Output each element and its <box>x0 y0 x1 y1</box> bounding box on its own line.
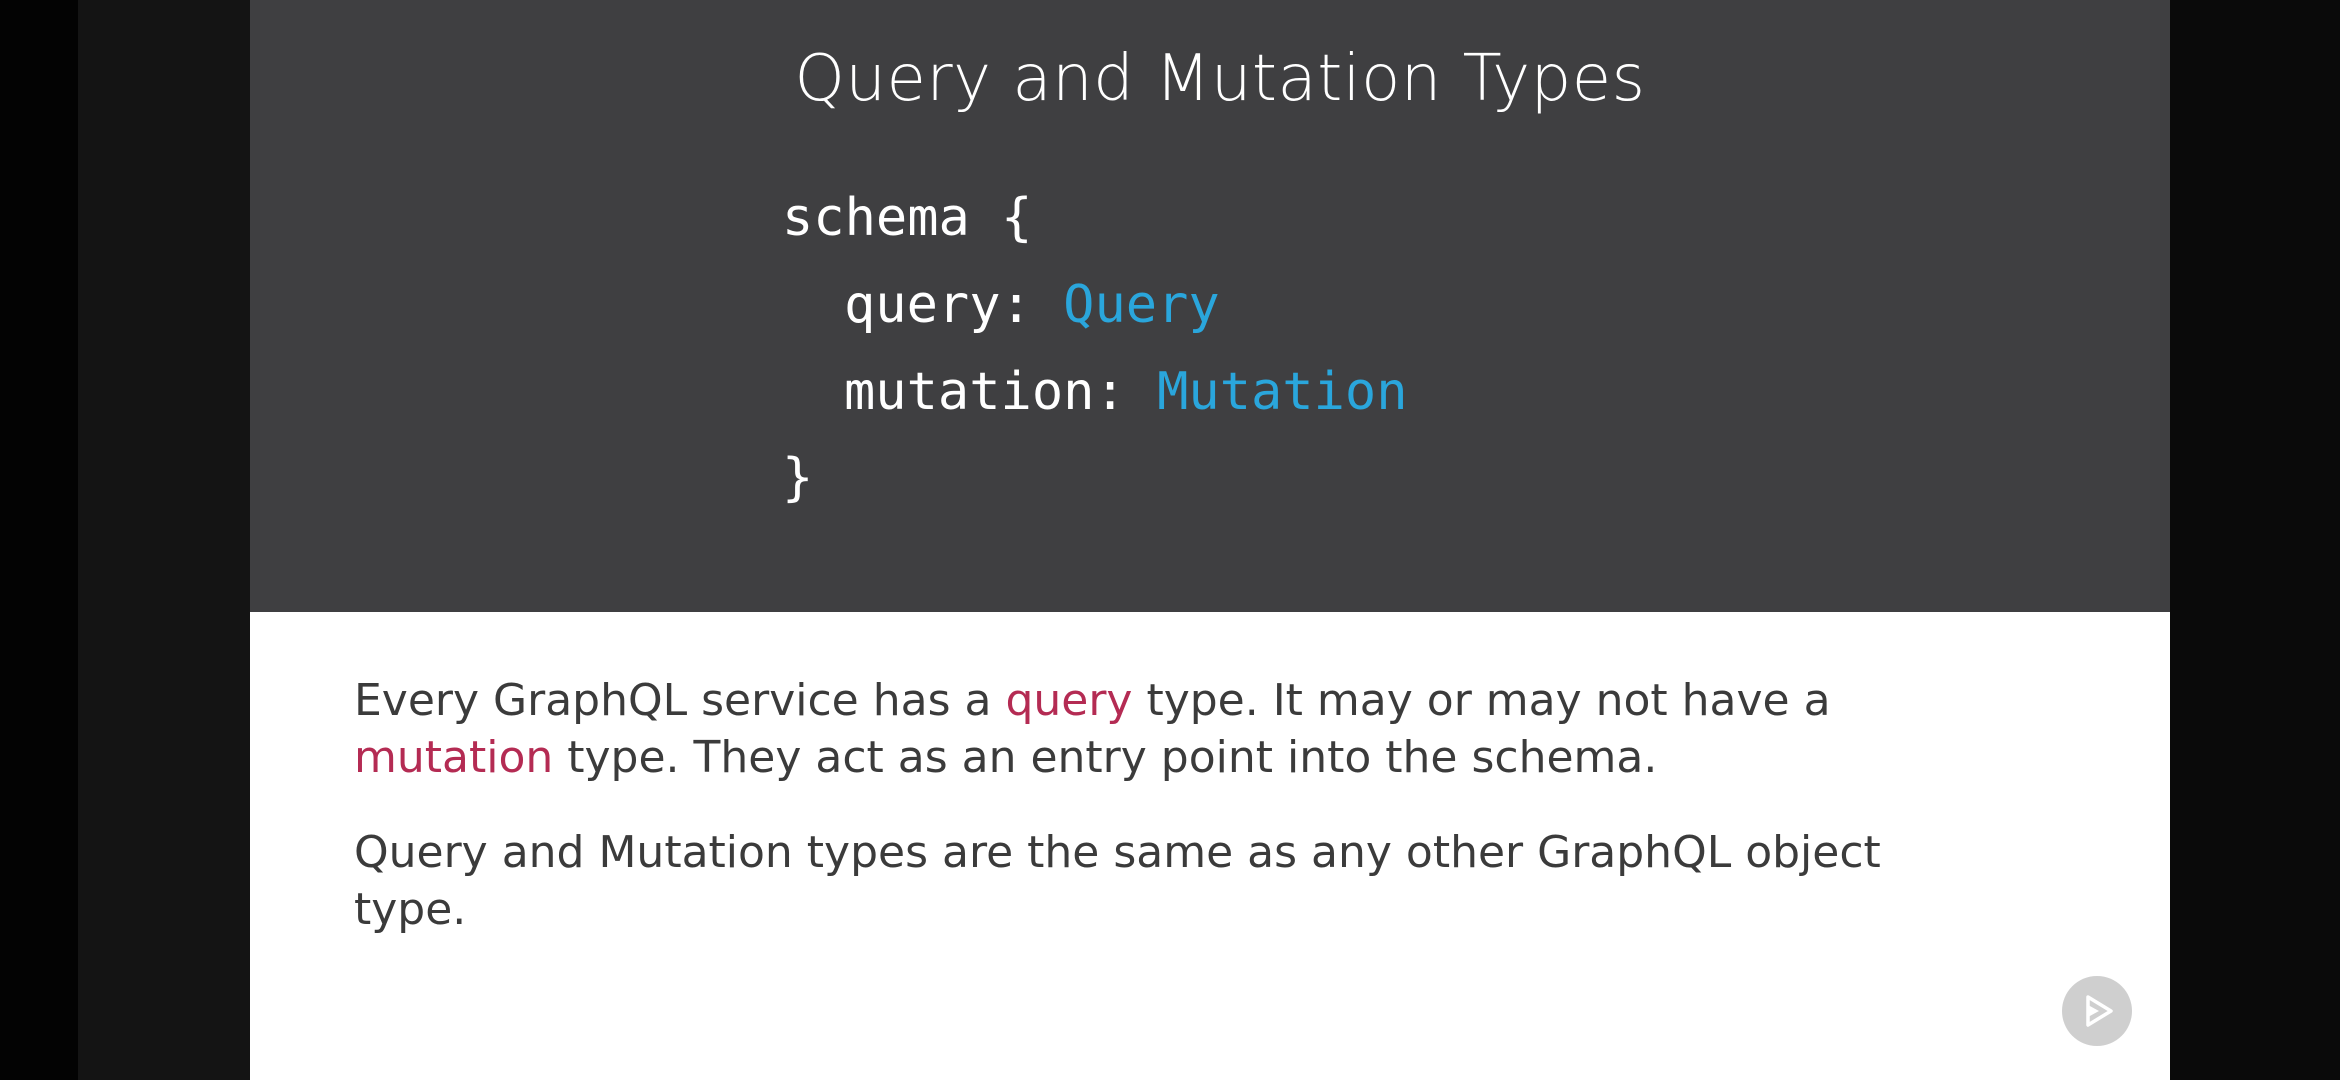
code-key-mutation: mutation: <box>844 362 1158 422</box>
code-type-mutation: Mutation <box>1157 362 1408 422</box>
para1-text-2: type. It may or may not have a <box>1132 675 1831 726</box>
para1-highlight-query: query <box>1005 675 1133 726</box>
slide-title: Query and Mutation Types <box>794 42 1646 116</box>
code-line-schema: schema { <box>782 188 1033 248</box>
para1-text-1: Every GraphQL service has a <box>354 675 1006 726</box>
para1-highlight-mutation: mutation <box>354 732 554 783</box>
left-letterbox <box>78 0 250 1080</box>
play-badge-icon <box>2086 995 2113 1027</box>
slide-paragraph-2: Query and Mutation types are the same as… <box>354 827 1881 935</box>
code-line-query: query: Query <box>844 275 1220 335</box>
slide-header-panel: Query and Mutation Types schema { query:… <box>250 0 2170 612</box>
code-line-mutation: mutation: Mutation <box>844 362 1408 422</box>
slide-paragraph-1: Every GraphQL service has a query type. … <box>354 672 1994 786</box>
code-key-query: query: <box>844 275 1064 335</box>
code-type-query: Query <box>1063 275 1220 335</box>
code-line-close-brace: } <box>782 448 814 508</box>
video-player-screen: Query and Mutation Types schema { query:… <box>0 0 2340 1080</box>
para1-text-3: type. They act as an entry point into th… <box>553 732 1658 783</box>
right-letterbox <box>2170 0 2340 1080</box>
play-badge-button[interactable] <box>2062 976 2132 1046</box>
left-black-bar <box>0 0 78 1080</box>
presentation-slide[interactable]: Query and Mutation Types schema { query:… <box>250 0 2170 1080</box>
